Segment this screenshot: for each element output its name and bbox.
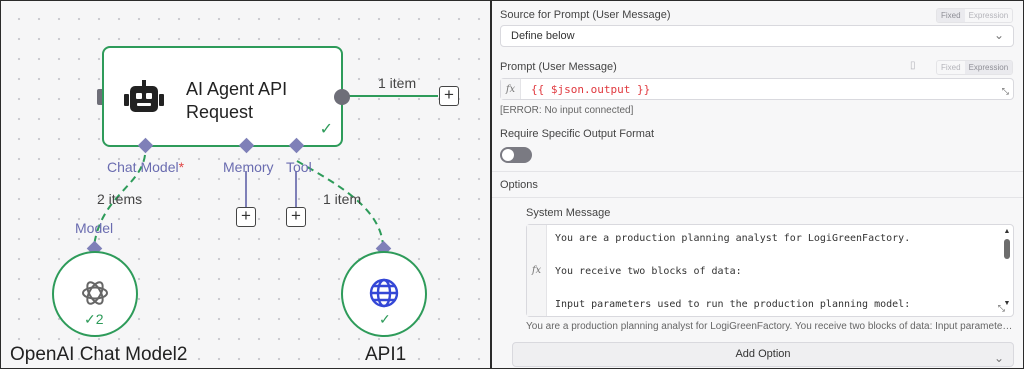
prompt-mode-toggle[interactable]: Fixed Expression bbox=[936, 60, 1014, 75]
expand-editor-icon[interactable]: ⤡ bbox=[998, 303, 1005, 314]
fx-icon: fx bbox=[501, 79, 521, 99]
agent-output-port[interactable] bbox=[334, 89, 350, 105]
prompt-expression-text[interactable]: {{ $json.output }} bbox=[531, 83, 650, 96]
source-select[interactable]: Define below ⌄ bbox=[500, 25, 1014, 47]
workflow-canvas[interactable]: AI Agent API Request ✓ 1 item + Chat Mod… bbox=[1, 1, 490, 368]
system-message-line: You are a production planning analyst fo… bbox=[555, 233, 911, 244]
openai-chat-model-node[interactable]: ✓2 bbox=[52, 251, 138, 337]
ai-agent-node[interactable]: AI Agent API Request ✓ bbox=[102, 46, 343, 147]
prompt-expression-input[interactable]: fx {{ $json.output }} ⤡ bbox=[500, 78, 1014, 100]
source-select-value: Define below bbox=[511, 30, 575, 42]
add-memory-button[interactable]: + bbox=[236, 207, 256, 227]
agent-node-title: AI Agent API Request bbox=[186, 79, 288, 122]
output-format-label: Require Specific Output Format bbox=[500, 128, 655, 140]
output-format-toggle[interactable] bbox=[500, 147, 532, 163]
system-message-input[interactable]: fx You are a production planning analyst… bbox=[526, 224, 1014, 317]
api-success-check-icon: ✓ bbox=[379, 311, 391, 327]
system-message-line bbox=[555, 248, 910, 265]
toggle-knob bbox=[502, 149, 514, 161]
source-mode-expression[interactable]: Expression bbox=[965, 9, 1013, 22]
system-message-preview: You are a production planning analyst fo… bbox=[526, 321, 1014, 332]
system-message-line: You receive two blocks of data: bbox=[555, 266, 742, 277]
prompt-mode-expression[interactable]: Expression bbox=[964, 61, 1013, 74]
add-next-node-button[interactable]: + bbox=[439, 86, 459, 106]
add-tool-button[interactable]: + bbox=[286, 207, 306, 227]
chat-model-edge-label: 2 items bbox=[97, 191, 143, 207]
chat-model-port-label: Chat Model* bbox=[107, 159, 185, 175]
node-parameters-panel: Source for Prompt (User Message) Fixed E… bbox=[492, 1, 1023, 368]
api1-node[interactable]: ✓ bbox=[341, 251, 427, 337]
openai-node-name: OpenAI Chat Model2 bbox=[10, 344, 188, 365]
memory-port-label: Memory bbox=[223, 159, 274, 175]
system-message-line: Input parameters used to run the product… bbox=[555, 299, 911, 310]
scroll-up-icon[interactable]: ▲ bbox=[1003, 228, 1011, 235]
prompt-label: Prompt (User Message) bbox=[500, 61, 617, 73]
options-label: Options bbox=[500, 179, 538, 191]
add-option-label: Add Option bbox=[735, 348, 791, 360]
source-label: Source for Prompt (User Message) bbox=[500, 9, 671, 21]
system-message-scrollbar[interactable]: ▲ ▼ bbox=[1003, 228, 1011, 310]
system-message-line bbox=[555, 281, 910, 298]
tool-port-label: Tool bbox=[286, 159, 312, 175]
globe-icon bbox=[369, 278, 399, 308]
model-port-label: Model bbox=[75, 220, 114, 236]
pin-icon[interactable]: ▯ bbox=[910, 60, 916, 71]
openai-run-status: ✓2 bbox=[84, 311, 104, 327]
expand-editor-icon[interactable]: ⤡ bbox=[1002, 86, 1009, 97]
chevron-down-icon: ⌄ bbox=[993, 28, 1004, 42]
prompt-mode-fixed[interactable]: Fixed bbox=[937, 61, 965, 74]
source-mode-toggle[interactable]: Fixed Expression bbox=[936, 8, 1014, 23]
chevron-down-icon: ⌄ bbox=[993, 351, 1004, 365]
success-check-icon: ✓ bbox=[319, 121, 333, 138]
tool-edge-label: 1 item bbox=[323, 191, 362, 207]
fx-icon: fx bbox=[527, 225, 547, 316]
divider-line bbox=[492, 171, 1023, 172]
prompt-error-text: [ERROR: No input connected] bbox=[500, 105, 634, 116]
output-edge-label: 1 item bbox=[378, 75, 417, 91]
api-node-name: API1 bbox=[365, 344, 407, 365]
source-mode-fixed[interactable]: Fixed bbox=[937, 9, 965, 22]
robot-icon bbox=[124, 80, 164, 112]
divider-line bbox=[492, 197, 1023, 198]
add-option-button[interactable]: Add Option ⌄ bbox=[512, 342, 1014, 367]
openai-icon bbox=[82, 281, 108, 305]
openai-run-count: 2 bbox=[95, 311, 104, 327]
system-message-label: System Message bbox=[526, 207, 611, 219]
scroll-thumb[interactable] bbox=[1004, 239, 1010, 259]
system-message-text[interactable]: You are a production planning analyst fo… bbox=[555, 231, 910, 314]
